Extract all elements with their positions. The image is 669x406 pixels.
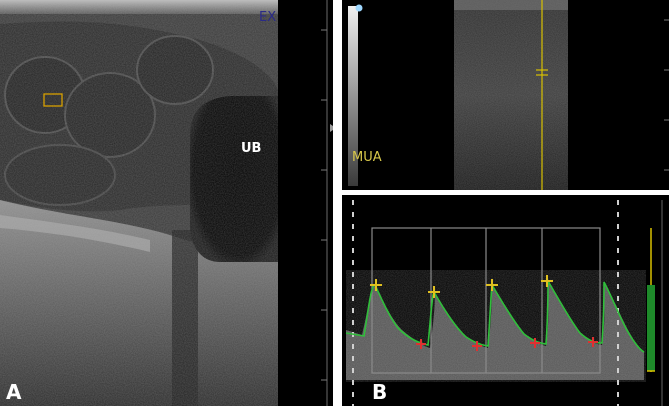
urinary-bladder-label: UB [241,141,262,156]
vessel-label: MUA [352,150,382,165]
ultrasound-image-a [0,0,333,406]
panel-a-ultrasound: EX UB A [0,0,333,406]
panel-b-doppler: MUA B [342,0,669,406]
header-fragment-text: EX [259,10,277,25]
figure: EX UB A MUA B [0,0,669,406]
panel-b-letter: B [372,380,388,404]
panel-a-letter: A [6,380,22,404]
doppler-image-b [342,0,669,406]
